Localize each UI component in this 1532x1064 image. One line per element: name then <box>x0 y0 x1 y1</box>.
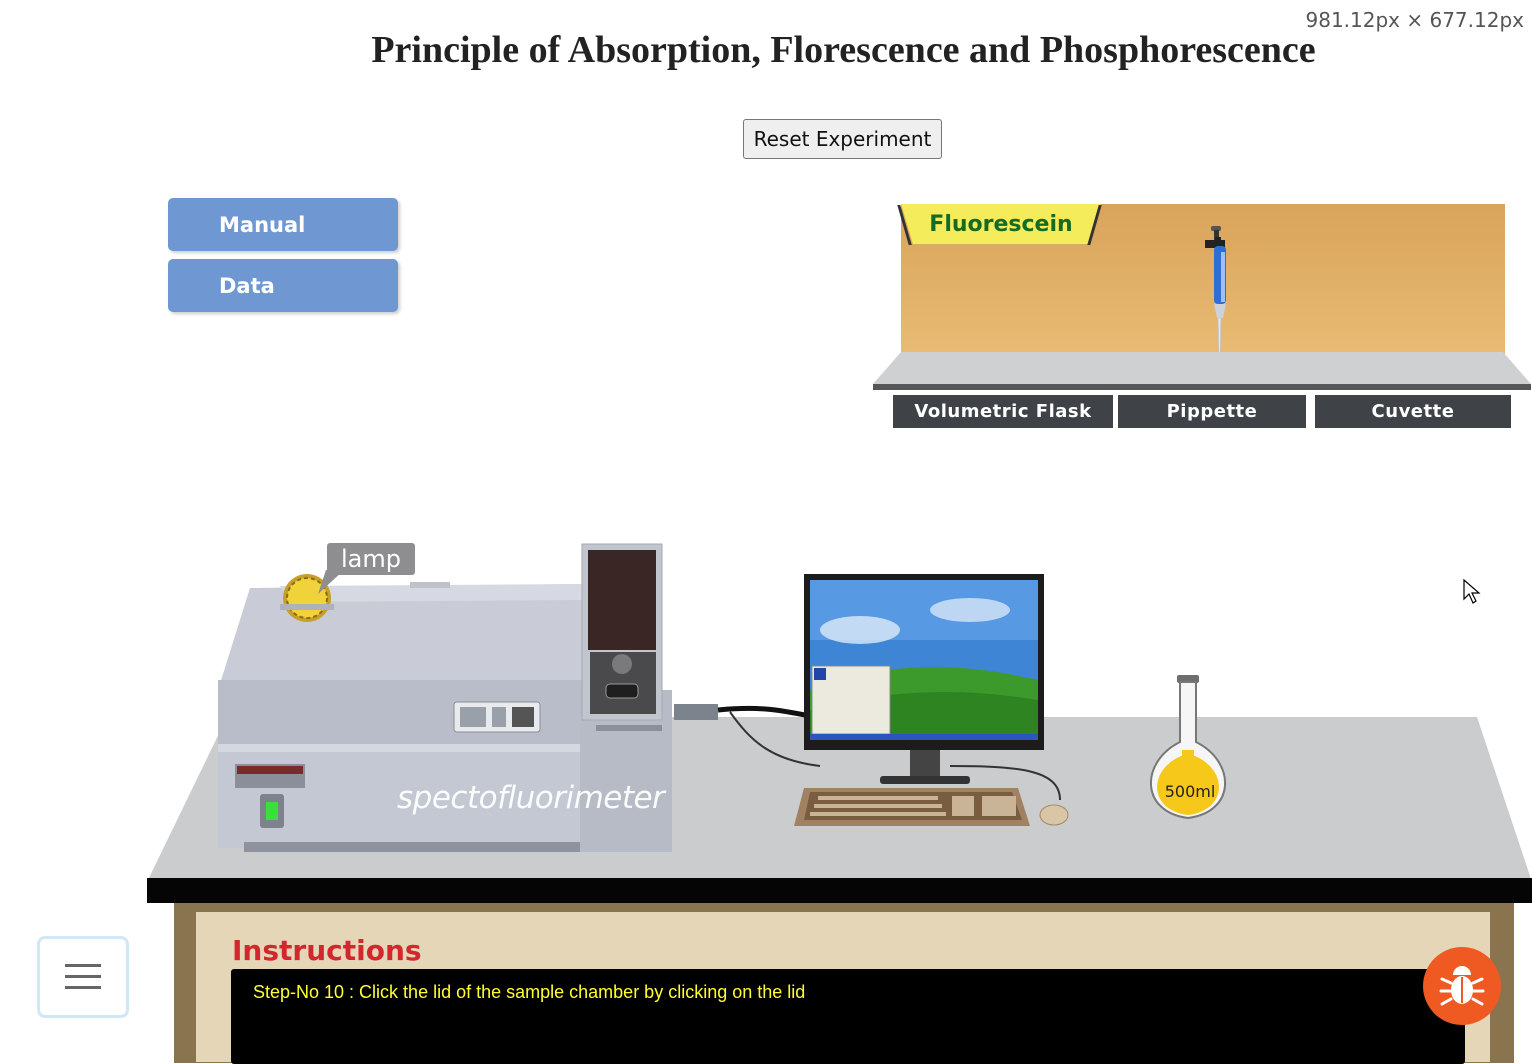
bug-report-icon <box>1439 966 1485 1006</box>
volumetric-flask-button[interactable]: Volumetric Flask <box>893 395 1113 428</box>
hamburger-menu-icon <box>65 964 101 989</box>
lamp-tag-pointer <box>318 570 344 594</box>
fluorescein-label[interactable]: Fluorescein <box>901 204 1101 244</box>
lab-bench-edge <box>147 878 1532 903</box>
reset-experiment-button[interactable]: Reset Experiment <box>743 119 942 159</box>
manual-button[interactable]: Manual <box>168 198 398 251</box>
page-title: Principle of Absorption, Florescence and… <box>371 29 1316 71</box>
data-button[interactable]: Data <box>168 259 398 312</box>
instrument-label: spectofluorimeter <box>397 780 665 816</box>
pipette-icon[interactable] <box>1195 222 1245 374</box>
mouse-cursor-icon <box>1463 579 1481 604</box>
cuvette-button[interactable]: Cuvette <box>1315 395 1511 428</box>
computer-workstation[interactable] <box>700 570 1080 835</box>
flask-volume-label: 500ml <box>1164 782 1216 801</box>
menu-button[interactable] <box>37 936 129 1018</box>
bug-report-button[interactable] <box>1423 947 1501 1025</box>
instruction-step-text: Step-No 10 : Click the lid of the sample… <box>253 982 806 1002</box>
pipette-button[interactable]: Pippette <box>1118 395 1306 428</box>
shelf-edge <box>873 384 1531 390</box>
instructions-heading: Instructions <box>232 934 422 967</box>
